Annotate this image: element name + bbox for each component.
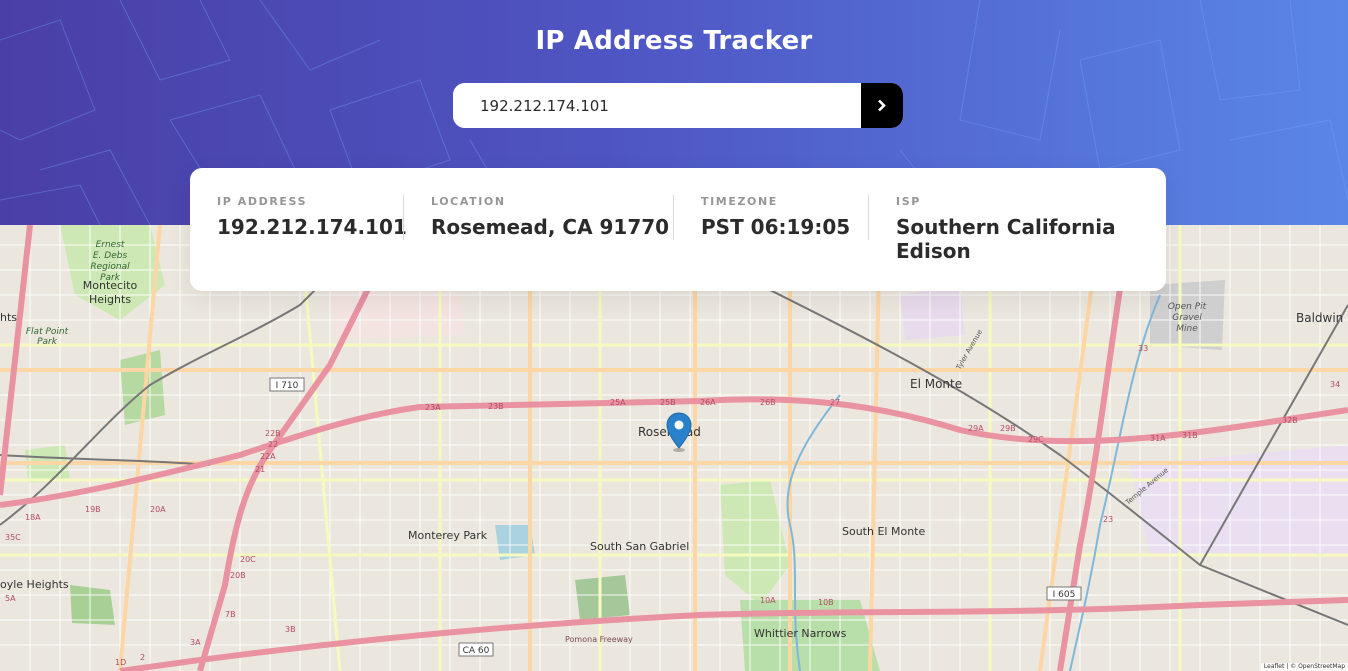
exit-label: 31A bbox=[1150, 434, 1166, 443]
exit-label: 2 bbox=[140, 653, 145, 662]
location-value: Rosemead, CA 91770 bbox=[431, 215, 670, 239]
exit-label: 22A bbox=[260, 452, 276, 461]
exit-label: 3B bbox=[285, 625, 296, 634]
map-attribution[interactable]: Leaflet | © OpenStreetMap bbox=[1260, 663, 1348, 671]
exit-label: 19B bbox=[85, 505, 101, 514]
exit-label: 21 bbox=[255, 465, 265, 474]
isp-label: ISP bbox=[896, 195, 921, 208]
isp-value-line-2: Edison bbox=[896, 239, 971, 263]
exit-label: 20A bbox=[150, 505, 166, 514]
isp-stat: ISP Southern California Edison bbox=[896, 195, 1116, 263]
exit-label: 3A bbox=[190, 638, 201, 647]
exit-label: 31B bbox=[1182, 431, 1198, 440]
isp-value-line-1: Southern California bbox=[896, 215, 1116, 239]
exit-label: 5A bbox=[5, 594, 16, 603]
place-label: Ernest bbox=[96, 240, 125, 250]
exit-label: 27 bbox=[830, 398, 840, 407]
exit-label: 29B bbox=[1000, 424, 1016, 433]
shield-ca60: CA 60 bbox=[463, 646, 490, 656]
divider bbox=[403, 195, 404, 240]
timezone-stat: Timezone PST 06:19:05 bbox=[701, 195, 850, 239]
exit-label: 22B bbox=[265, 429, 281, 438]
place-label: E. Debs bbox=[93, 251, 128, 261]
place-label: Heights bbox=[89, 293, 131, 306]
timezone-label: Timezone bbox=[701, 195, 778, 208]
exit-label: 33 bbox=[1138, 344, 1148, 353]
place-label: Gravel bbox=[1172, 313, 1202, 323]
ip-address-stat: IP Address 192.212.174.101 bbox=[217, 195, 407, 239]
divider bbox=[673, 195, 674, 240]
shield-i605: I 605 bbox=[1053, 590, 1076, 600]
exit-label: 10A bbox=[760, 596, 776, 605]
chevron-right-icon bbox=[878, 99, 886, 112]
isp-value: Southern California Edison bbox=[896, 215, 1116, 263]
ip-search-input[interactable] bbox=[453, 83, 861, 128]
ip-address-label: IP Address bbox=[217, 195, 308, 208]
exit-label: 32B bbox=[1282, 416, 1298, 425]
place-label: South San Gabriel bbox=[590, 540, 689, 553]
place-label: Monterey Park bbox=[408, 529, 488, 542]
exit-label: 22 bbox=[268, 440, 278, 449]
place-label: Park bbox=[37, 337, 58, 347]
location-stat: Location Rosemead, CA 91770 bbox=[431, 195, 669, 239]
exit-label: 25B bbox=[660, 398, 676, 407]
exit-label: 26B bbox=[760, 398, 776, 407]
exit-label: 23 bbox=[1103, 515, 1113, 524]
exit-label: 1D bbox=[115, 658, 126, 667]
exit-label: 29A bbox=[968, 424, 984, 433]
exit-label: 26A bbox=[700, 398, 716, 407]
exit-label: 34 bbox=[1330, 380, 1340, 389]
shield-i710: I 710 bbox=[276, 381, 299, 391]
exit-label: 20B bbox=[230, 571, 246, 580]
road-label: Pomona Freeway bbox=[565, 635, 633, 644]
place-label: South El Monte bbox=[842, 525, 925, 538]
divider bbox=[868, 195, 869, 240]
exit-label: 10B bbox=[818, 598, 834, 607]
place-label: Whittier Narrows bbox=[754, 627, 847, 640]
exit-label: 23B bbox=[488, 402, 504, 411]
place-label: El Monte bbox=[910, 377, 962, 391]
place-label: hts bbox=[0, 311, 17, 324]
place-label: Mine bbox=[1176, 324, 1198, 334]
ip-info-card: IP Address 192.212.174.101 Location Rose… bbox=[190, 168, 1166, 291]
exit-label: 29C bbox=[1028, 435, 1044, 444]
place-label: Flat Point bbox=[26, 327, 69, 337]
map-view[interactable]: I 710 I 605 CA 60 22B 22A 23A 23B 25A 25… bbox=[0, 225, 1348, 671]
exit-label: 18A bbox=[25, 513, 41, 522]
page-title: IP Address Tracker bbox=[535, 26, 813, 56]
place-label: Open Pit bbox=[1168, 302, 1207, 312]
place-label: Montecito bbox=[83, 279, 138, 292]
ip-search-form bbox=[453, 83, 903, 128]
exit-label: 7B bbox=[225, 610, 236, 619]
timezone-value: PST 06:19:05 bbox=[701, 215, 851, 239]
place-label: oyle Heights bbox=[0, 578, 69, 591]
location-label: Location bbox=[431, 195, 506, 208]
ip-address-value: 192.212.174.101 bbox=[217, 215, 407, 239]
map-tiles[interactable]: I 710 I 605 CA 60 22B 22A 23A 23B 25A 25… bbox=[0, 225, 1348, 671]
exit-label: 23A bbox=[425, 403, 441, 412]
place-label: Regional bbox=[90, 262, 130, 272]
place-label: Baldwin P bbox=[1296, 311, 1348, 325]
search-submit-button[interactable] bbox=[861, 83, 903, 128]
exit-label: 25A bbox=[610, 398, 626, 407]
exit-label: 20C bbox=[240, 555, 256, 564]
exit-label: 35C bbox=[5, 533, 21, 542]
